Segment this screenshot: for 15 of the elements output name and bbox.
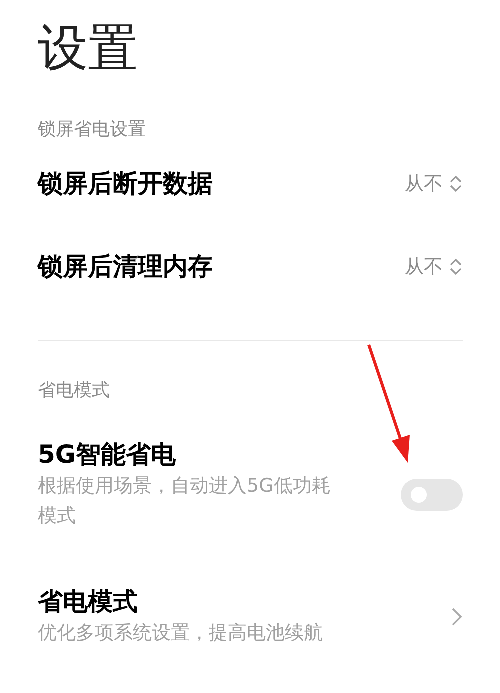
chevron-right-icon bbox=[451, 607, 463, 627]
setting-label: 锁屏后断开数据 bbox=[38, 168, 213, 200]
up-down-chevron-icon bbox=[449, 174, 463, 194]
toggle-switch[interactable] bbox=[401, 479, 463, 511]
setting-label: 5G智能省电 bbox=[38, 439, 176, 471]
setting-label: 锁屏后清理内存 bbox=[38, 250, 213, 282]
up-down-chevron-icon bbox=[449, 256, 463, 276]
value-selector[interactable]: 从不 bbox=[405, 254, 463, 280]
page-title: 设置 bbox=[38, 18, 138, 78]
value-selector[interactable]: 从不 bbox=[405, 170, 463, 196]
setting-description: 根据使用场景，自动进入5G低功耗模式 bbox=[38, 474, 332, 529]
setting-description: 优化多项系统设置，提高电池续航 bbox=[38, 621, 323, 646]
section-header: 省电模式 bbox=[38, 379, 110, 403]
setting-label: 省电模式 bbox=[38, 586, 138, 618]
section-header: 锁屏省电设置 bbox=[38, 118, 146, 142]
